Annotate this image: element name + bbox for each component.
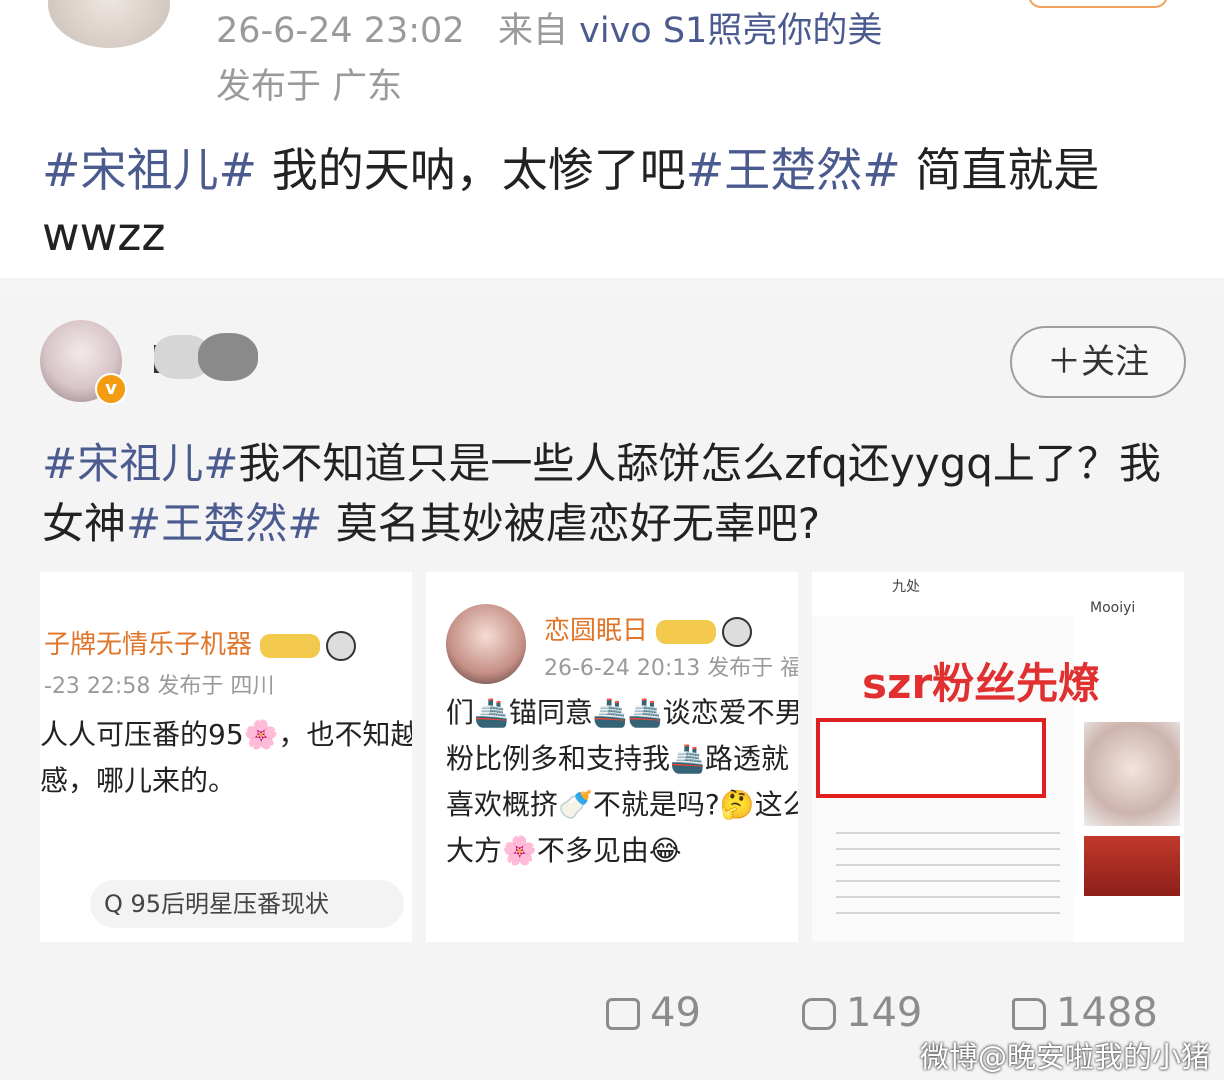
image-text: 们🚢锚同意🚢🚢谈恋爱不男粉比例多和支持我🚢路透就喜欢概挤🍼不就是吗?🤔这么大方🌸… [446, 696, 798, 867]
post-meta: 26-6-24 23:02 来自 vivo S1照亮你的美 [216, 2, 882, 53]
panda-icon [326, 630, 357, 661]
crown-badge-icon [656, 619, 717, 644]
image-avatar [446, 604, 526, 684]
image-user-name: 恋圆眠日 [544, 610, 753, 647]
image-portrait [1084, 722, 1180, 826]
repost-image-3[interactable]: 九处 Mooiyi szr粉丝先燎 [812, 572, 1184, 942]
image-meta: -23 22:58 发布于 四川 [44, 674, 275, 699]
image-side-panel: Mooiyi [1078, 596, 1184, 942]
post-time: 26-6-24 23:02 [216, 11, 465, 51]
image-user-name: 子牌无情乐子机器 [44, 624, 357, 661]
follow-button[interactable]: ＋关注 [1010, 326, 1186, 398]
like-count: 1488 [1056, 990, 1158, 1036]
hashtag-link[interactable]: #王楚然# [686, 143, 901, 197]
comment-count: 149 [846, 990, 923, 1036]
highlight-box [816, 718, 1046, 798]
image-meta: 26-6-24 20:13 发布于 福 [544, 656, 798, 681]
post-text: #宋祖儿# 我的天呐，太惨了吧#王楚然# 简直就是wwzz [42, 138, 1192, 266]
image-text: 人人可压番的95🌸，也不知越感，哪儿来的。 [40, 718, 412, 797]
post-source-prefix: 来自 [497, 11, 568, 51]
thumbs-up-icon [1012, 998, 1046, 1030]
image-side-user: Mooiyi [1090, 600, 1136, 616]
hashtag-link[interactable]: #宋祖儿# [42, 143, 257, 197]
blur-shape [198, 333, 258, 381]
hashtag-link[interactable]: #王楚然# [126, 499, 322, 548]
crown-badge-icon [260, 633, 321, 658]
image-search-chip: Q 95后明星压番现状 [90, 880, 404, 928]
image-user-name-text: 子牌无情乐子机器 [44, 630, 253, 660]
image-headline: szr粉丝先燎 [862, 659, 1101, 708]
follow-button-partial[interactable] [1028, 0, 1168, 8]
hashtag-link[interactable]: #宋祖儿# [42, 439, 238, 488]
panda-icon [722, 616, 753, 647]
verified-badge-icon: v [95, 373, 127, 405]
repost-image-1[interactable]: 子牌无情乐子机器 -23 22:58 发布于 四川 人人可压番的95🌸，也不知越… [40, 572, 412, 942]
share-action[interactable]: 49 [606, 990, 701, 1036]
repost-author-name-blurred[interactable] [154, 333, 259, 381]
share-count: 49 [650, 990, 701, 1036]
image-user-name-text: 恋圆眠日 [544, 616, 649, 646]
image-poster [1084, 836, 1180, 896]
repost-image-2[interactable]: 恋圆眠日 26-6-24 20:13 发布于 福 们🚢锚同意🚢🚢谈恋爱不男粉比例… [426, 572, 798, 942]
comment-icon [802, 998, 836, 1030]
comment-action[interactable]: 149 [802, 990, 922, 1036]
like-action[interactable]: 1488 [1012, 990, 1158, 1036]
repost-text: #宋祖儿#我不知道只是一些人舔饼怎么zfq还yygq上了？我女神#王楚然# 莫名… [42, 434, 1192, 554]
image-top-user: 九处 [892, 579, 920, 595]
post-location: 发布于 广东 [216, 67, 403, 107]
post-source[interactable]: vivo S1照亮你的美 [579, 11, 882, 51]
share-icon [606, 998, 640, 1030]
watermark: 微博@晚安啦我的小猪 [920, 1040, 1211, 1074]
repost-text-part: 莫名其妙被虐恋好无辜吧? [322, 499, 821, 548]
image-blurred-lines [836, 818, 1060, 928]
post-text-part: 我的天呐，太惨了吧 [257, 143, 686, 197]
